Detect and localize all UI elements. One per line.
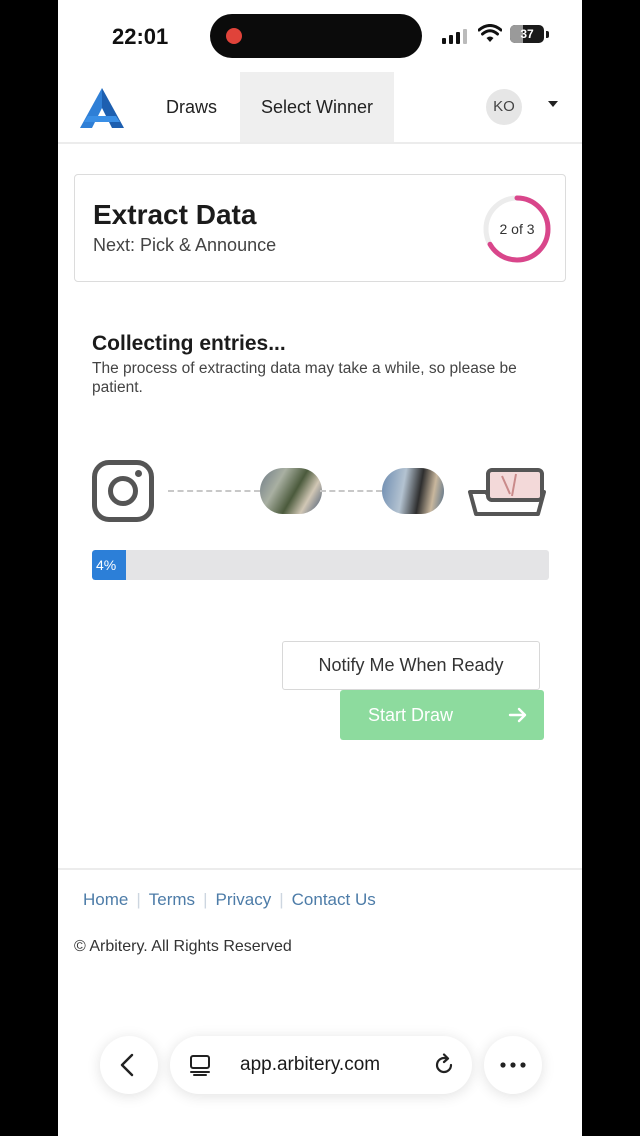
- arrow-right-icon: [508, 707, 527, 723]
- copyright: © Arbitery. All Rights Reserved: [74, 938, 292, 955]
- footer-link-contact[interactable]: Contact Us: [292, 890, 376, 910]
- nav-draws[interactable]: Draws: [166, 72, 217, 142]
- instagram-dot: [135, 470, 142, 477]
- back-button[interactable]: [100, 1036, 158, 1094]
- more-button[interactable]: [484, 1036, 542, 1094]
- collecting-description: The process of extracting data may take …: [92, 360, 517, 396]
- battery-text: 37: [520, 27, 534, 41]
- wifi-icon: [478, 24, 502, 42]
- instagram-lens: [108, 476, 138, 506]
- photo-thumbnail: [260, 468, 322, 514]
- extraction-flow: [58, 456, 582, 526]
- arbitery-logo[interactable]: [78, 86, 126, 130]
- avatar[interactable]: KO: [486, 89, 522, 125]
- flow-connector: [320, 490, 382, 492]
- nav-select-winner[interactable]: Select Winner: [240, 72, 394, 142]
- footer-link-terms[interactable]: Terms: [149, 890, 195, 910]
- caret-down-icon[interactable]: [548, 101, 558, 107]
- progress-bar: 4%: [92, 550, 549, 580]
- footer-links: Home | Terms | Privacy | Contact Us: [83, 890, 376, 910]
- phone-screen: 22:01 37 Draws Select Winner KO Extract …: [58, 0, 582, 1136]
- start-draw-label: Start Draw: [368, 705, 454, 725]
- top-nav: Draws Select Winner KO: [58, 72, 582, 144]
- dynamic-island: [210, 14, 422, 58]
- browser-toolbar: app.arbitery.com: [58, 1030, 582, 1106]
- clock: 22:01: [112, 24, 169, 49]
- step-progress-label: 2 of 3: [499, 221, 535, 237]
- progress-label: 4%: [96, 557, 117, 573]
- reload-icon[interactable]: [432, 1053, 456, 1077]
- instagram-icon: [92, 460, 154, 522]
- more-icon: [500, 1062, 526, 1068]
- collecting-title: Collecting entries...: [92, 332, 286, 355]
- address-bar[interactable]: app.arbitery.com: [170, 1036, 472, 1094]
- step-card: Extract Data Next: Pick & Announce 2 of …: [74, 174, 566, 282]
- footer-separator: |: [279, 890, 284, 909]
- notify-button[interactable]: Notify Me When Ready: [282, 641, 540, 690]
- battery-cap: [546, 31, 549, 38]
- recording-dot-icon: [226, 28, 242, 44]
- back-icon: [120, 1053, 134, 1077]
- footer-link-home[interactable]: Home: [83, 890, 128, 910]
- signal-icon: [442, 28, 467, 44]
- step-title: Extract Data: [93, 199, 257, 230]
- footer-separator: |: [136, 890, 141, 909]
- flow-connector: [168, 490, 260, 492]
- status-bar: 22:01 37: [58, 0, 582, 72]
- photo-thumbnail: [382, 468, 444, 514]
- start-draw-button[interactable]: Start Draw: [340, 690, 544, 740]
- footer-divider: [58, 868, 582, 870]
- url-text: app.arbitery.com: [240, 1054, 381, 1075]
- tray-icon: [468, 468, 546, 516]
- footer-link-privacy[interactable]: Privacy: [215, 890, 271, 910]
- step-next: Next: Pick & Announce: [93, 235, 277, 255]
- battery-icon: 37: [510, 25, 544, 43]
- footer-separator: |: [203, 890, 208, 909]
- tabs-icon[interactable]: [188, 1054, 212, 1076]
